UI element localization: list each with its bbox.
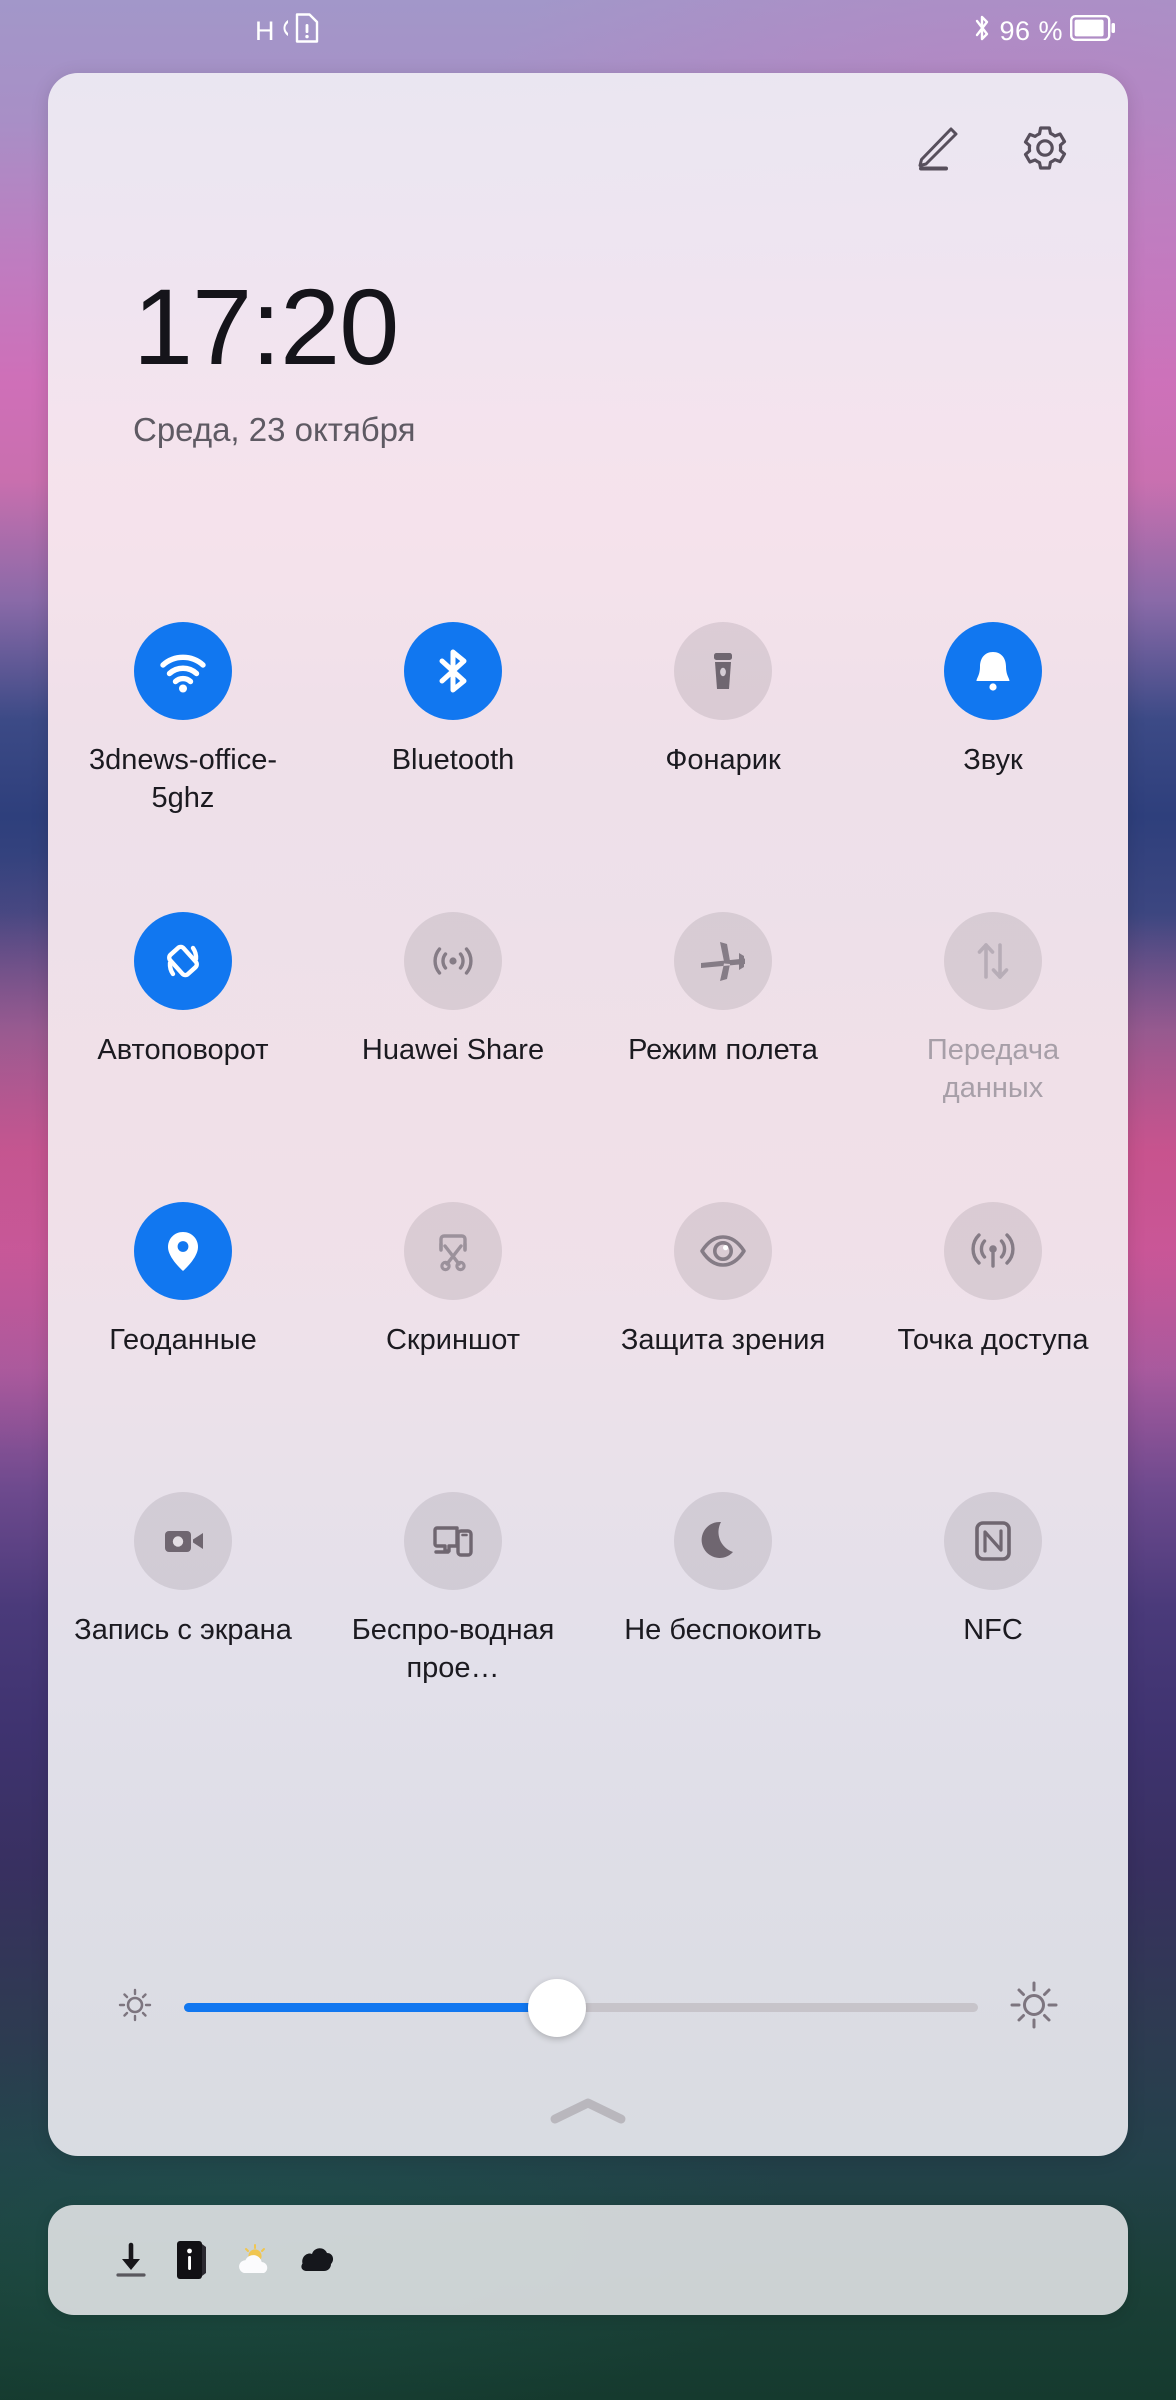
toggle-auto-rotate[interactable]: Автоповорот [48, 900, 318, 1190]
status-bar-right: 96 % [972, 13, 1116, 50]
wifi-icon [134, 622, 232, 720]
moon-icon [674, 1492, 772, 1590]
toggle-screenshot[interactable]: Скриншот [318, 1190, 588, 1480]
toggle-label: Автоповорот [97, 1034, 269, 1066]
toggle-label: 3dnews-office-5ghz [88, 744, 278, 814]
bell-icon [944, 622, 1042, 720]
battery-percent-label: 96 % [999, 15, 1063, 46]
location-pin-icon [134, 1202, 232, 1300]
toggle-flashlight[interactable]: Фонарик [588, 610, 858, 900]
weather-sun-cloud-icon[interactable] [234, 2239, 276, 2281]
info-book-icon[interactable] [172, 2239, 214, 2281]
eye-icon [674, 1202, 772, 1300]
toggle-label: NFC [963, 1614, 1023, 1646]
toggle-label: Huawei Share [361, 1034, 545, 1066]
clock-date: Среда, 23 октября [133, 411, 416, 448]
toggle-do-not-disturb[interactable]: Не беспокоить [588, 1480, 858, 1770]
toggle-bluetooth[interactable]: Bluetooth [318, 610, 588, 900]
data-transfer-icon [944, 912, 1042, 1010]
toggle-airplane-mode[interactable]: Режим полета [588, 900, 858, 1190]
toggle-location[interactable]: Геоданные [48, 1190, 318, 1480]
signal-icon [277, 16, 291, 47]
clock-block: 17:20 Среда, 23 октября [133, 273, 416, 449]
toggle-label: Скриншот [385, 1324, 520, 1356]
sim-card-alert-icon [294, 12, 320, 51]
camcorder-icon [134, 1492, 232, 1590]
toggle-huawei-share[interactable]: Huawei Share [318, 900, 588, 1190]
toggle-wireless-projection[interactable]: Беспро-водная прое… [318, 1480, 588, 1770]
brightness-slider-row [48, 1977, 1128, 2038]
status-bar-left: H [255, 12, 320, 51]
toggle-wifi[interactable]: 3dnews-office-5ghz [48, 610, 318, 900]
chevron-up-icon [547, 2094, 629, 2133]
toggle-label: Запись с экрана [74, 1614, 292, 1646]
pencil-edit-icon[interactable] [904, 117, 966, 179]
hotspot-icon [944, 1202, 1042, 1300]
brightness-slider-thumb[interactable] [528, 1978, 587, 2037]
toggle-screen-record[interactable]: Запись с экрана [48, 1480, 318, 1770]
toggle-label: Точка доступа [897, 1324, 1089, 1356]
clock-time: 17:20 [133, 266, 399, 387]
brightness-slider-track[interactable] [184, 1978, 978, 2037]
toggle-label: Bluetooth [391, 744, 515, 776]
download-icon[interactable] [110, 2239, 152, 2281]
collapse-panel-handle[interactable] [48, 2084, 1128, 2142]
battery-icon [1070, 14, 1116, 48]
scissors-icon [404, 1202, 502, 1300]
brightness-slider-fill [184, 2003, 558, 2012]
notification-tray[interactable] [48, 2205, 1128, 2315]
toggle-eye-comfort[interactable]: Защита зрения [588, 1190, 858, 1480]
flashlight-icon [674, 622, 772, 720]
toggle-label: Передача данных [926, 1034, 1060, 1104]
toggle-label: Беспро-водная прое… [351, 1614, 555, 1684]
bluetooth-icon [404, 622, 502, 720]
cloud-icon[interactable] [296, 2239, 338, 2281]
cast-screen-icon [404, 1492, 502, 1590]
bluetooth-icon [972, 13, 992, 50]
airplane-icon [674, 912, 772, 1010]
quick-settings-panel: 17:20 Среда, 23 октября 3dnews-office-5g… [48, 73, 1128, 2156]
toggle-label: Не беспокоить [624, 1614, 822, 1646]
auto-rotate-icon [134, 912, 232, 1010]
panel-header [48, 73, 1128, 223]
toggle-label: Режим полета [628, 1034, 818, 1066]
toggle-sound[interactable]: Звук [858, 610, 1128, 900]
network-type-label: H [255, 15, 274, 46]
toggle-hotspot[interactable]: Точка доступа [858, 1190, 1128, 1480]
brightness-high-icon[interactable] [1006, 1977, 1062, 2038]
toggle-label: Фонарик [665, 744, 781, 776]
status-bar: H 96 % [0, 0, 1176, 62]
toggle-label: Звук [963, 744, 1023, 776]
quick-toggles-grid: 3dnews-office-5ghz Bluetooth Фонарик Зву… [48, 610, 1128, 1770]
brightness-low-icon[interactable] [114, 1984, 156, 2031]
nfc-icon [944, 1492, 1042, 1590]
toggle-label: Защита зрения [620, 1324, 826, 1356]
toggle-label: Геоданные [109, 1324, 257, 1356]
toggle-nfc[interactable]: NFC [858, 1480, 1128, 1770]
gear-icon[interactable] [1014, 117, 1076, 179]
toggle-mobile-data[interactable]: Передача данных [858, 900, 1128, 1190]
huawei-share-icon [404, 912, 502, 1010]
